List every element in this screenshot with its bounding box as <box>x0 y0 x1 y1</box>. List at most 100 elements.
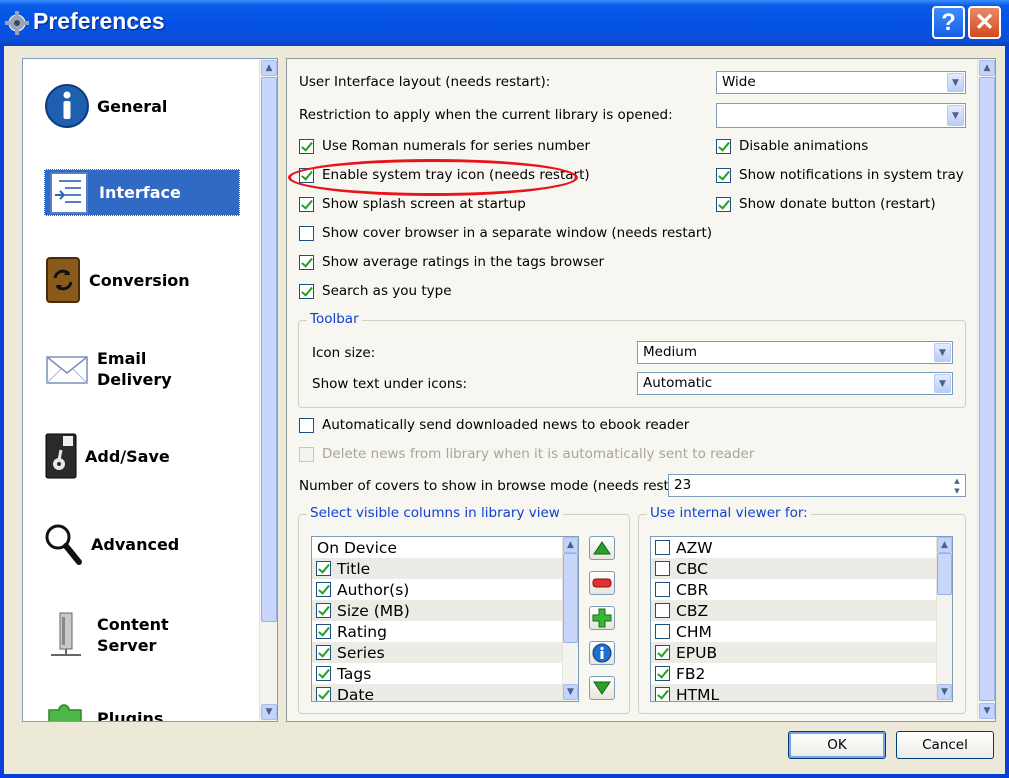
visible-columns-list[interactable]: On Device Title Author(s) Size (MB) Rati… <box>311 536 579 702</box>
restriction-select[interactable]: ▼ <box>716 103 966 128</box>
checkbox-box[interactable] <box>716 196 731 212</box>
close-button[interactable]: ✕ <box>968 6 1001 39</box>
auto-send-news-checkbox[interactable]: Automatically send downloaded news to eb… <box>299 417 689 433</box>
remove-column-button[interactable] <box>589 571 615 595</box>
checkbox-box[interactable] <box>716 167 731 183</box>
layout-select[interactable]: Wide ▼ <box>716 71 966 94</box>
tray-notifications-checkbox[interactable]: Show notifications in system tray <box>716 167 964 183</box>
splash-screen-checkbox[interactable]: Show splash screen at startup <box>299 196 526 212</box>
scroll-thumb[interactable] <box>261 77 277 622</box>
scroll-thumb[interactable] <box>937 553 952 595</box>
list-item[interactable]: Date <box>312 684 562 701</box>
list-item-label: Tags <box>337 664 372 683</box>
list-item[interactable]: Author(s) <box>312 579 562 600</box>
sidebar-item-email-delivery[interactable]: Email Delivery <box>43 343 253 395</box>
checkbox-box[interactable] <box>316 603 331 618</box>
scroll-up-icon[interactable]: ▲ <box>261 60 277 76</box>
sidebar-item-conversion[interactable]: Conversion <box>43 255 253 305</box>
checkbox-box[interactable] <box>655 666 670 681</box>
average-ratings-checkbox[interactable]: Show average ratings in the tags browser <box>299 254 604 270</box>
help-button[interactable]: ? <box>932 6 965 39</box>
checkbox-box[interactable] <box>655 645 670 660</box>
chevron-down-icon[interactable]: ▼ <box>934 343 951 362</box>
checkbox-box[interactable] <box>316 666 331 681</box>
minus-icon <box>592 578 612 588</box>
scroll-up-icon[interactable]: ▲ <box>979 60 995 76</box>
list-item[interactable]: EPUB <box>651 642 936 663</box>
checkbox-box[interactable] <box>299 196 314 212</box>
list-item[interactable]: HTML <box>651 684 936 701</box>
move-column-up-button[interactable] <box>589 536 615 560</box>
scroll-thumb[interactable] <box>563 553 578 643</box>
list-item[interactable]: FB2 <box>651 663 936 684</box>
checkbox-box[interactable] <box>299 417 314 433</box>
list-item[interactable]: CBC <box>651 558 936 579</box>
checkbox-box[interactable] <box>316 687 331 701</box>
scroll-down-icon[interactable]: ▼ <box>261 704 277 720</box>
list-item[interactable]: Size (MB) <box>312 600 562 621</box>
checkbox-box[interactable] <box>655 540 670 555</box>
checkbox-box[interactable] <box>655 624 670 639</box>
add-column-button[interactable] <box>589 606 615 630</box>
checkbox-box[interactable] <box>655 582 670 597</box>
cover-browser-checkbox[interactable]: Show cover browser in a separate window … <box>299 225 712 241</box>
icon-size-select[interactable]: Medium ▼ <box>637 341 953 364</box>
ok-button[interactable]: OK <box>788 731 886 759</box>
checkbox-box[interactable] <box>655 687 670 701</box>
chevron-down-icon[interactable]: ▼ <box>934 374 951 393</box>
sidebar-item-advanced[interactable]: Advanced <box>43 519 253 569</box>
checkbox-box[interactable] <box>716 138 731 154</box>
panel-scrollbar[interactable]: ▲ ▼ <box>977 59 995 721</box>
chevron-down-icon[interactable]: ▼ <box>947 73 964 92</box>
checkbox-box[interactable] <box>299 138 314 154</box>
list-item[interactable]: Rating <box>312 621 562 642</box>
roman-numerals-checkbox[interactable]: Use Roman numerals for series number <box>299 138 590 154</box>
covers-count-spinbox[interactable]: 23 ▲ ▼ <box>668 474 966 497</box>
scroll-down-icon[interactable]: ▼ <box>937 684 952 700</box>
list-item[interactable]: CBR <box>651 579 936 600</box>
checkbox-box[interactable] <box>316 561 331 576</box>
spin-up-icon[interactable]: ▲ <box>950 476 964 486</box>
checkbox-box[interactable] <box>316 624 331 639</box>
donate-button-checkbox[interactable]: Show donate button (restart) <box>716 196 936 212</box>
checkbox-box[interactable] <box>299 254 314 270</box>
sidebar-item-add-save[interactable]: Add/Save <box>43 431 253 481</box>
scroll-up-icon[interactable]: ▲ <box>563 537 578 553</box>
text-under-icons-select[interactable]: Automatic ▼ <box>637 372 953 395</box>
checkbox-box[interactable] <box>299 283 314 299</box>
checkbox-box[interactable] <box>316 645 331 660</box>
viewer-scrollbar[interactable]: ▲ ▼ <box>936 537 952 701</box>
list-item[interactable]: CHM <box>651 621 936 642</box>
list-item[interactable]: AZW <box>651 537 936 558</box>
checkbox-box[interactable] <box>655 603 670 618</box>
list-item[interactable]: CBZ <box>651 600 936 621</box>
columns-scrollbar[interactable]: ▲ ▼ <box>562 537 578 701</box>
chevron-down-icon[interactable]: ▼ <box>947 105 964 126</box>
sidebar-item-interface[interactable]: Interface <box>44 169 240 216</box>
scroll-down-icon[interactable]: ▼ <box>979 703 995 719</box>
list-item[interactable]: Title <box>312 558 562 579</box>
sidebar-item-content-server[interactable]: Content Server <box>43 607 253 663</box>
scroll-down-icon[interactable]: ▼ <box>563 684 578 700</box>
column-info-button[interactable] <box>589 641 615 665</box>
title-bar[interactable]: Preferences ? ✕ <box>0 0 1009 46</box>
list-item[interactable]: On Device <box>312 537 562 558</box>
internal-viewer-list[interactable]: AZW CBC CBR CBZ CHM EPUB FB2 HTML ▲ ▼ <box>650 536 953 702</box>
delete-news-checkbox: Delete news from library when it is auto… <box>299 446 754 462</box>
sidebar-scrollbar[interactable]: ▲ ▼ <box>259 59 277 721</box>
list-item-label: Rating <box>337 622 387 641</box>
sidebar-item-plugins[interactable]: Plugins <box>43 693 253 721</box>
sidebar-item-general[interactable]: General <box>43 81 243 131</box>
search-as-you-type-checkbox[interactable]: Search as you type <box>299 283 452 299</box>
list-item[interactable]: Tags <box>312 663 562 684</box>
checkbox-box[interactable] <box>299 225 314 241</box>
checkbox-box[interactable] <box>316 582 331 597</box>
cancel-button[interactable]: Cancel <box>896 731 994 759</box>
scroll-thumb[interactable] <box>979 77 995 701</box>
move-column-down-button[interactable] <box>589 676 615 700</box>
scroll-up-icon[interactable]: ▲ <box>937 537 952 553</box>
spin-down-icon[interactable]: ▼ <box>950 486 964 496</box>
list-item[interactable]: Series <box>312 642 562 663</box>
disable-animations-checkbox[interactable]: Disable animations <box>716 138 868 154</box>
checkbox-box[interactable] <box>655 561 670 576</box>
